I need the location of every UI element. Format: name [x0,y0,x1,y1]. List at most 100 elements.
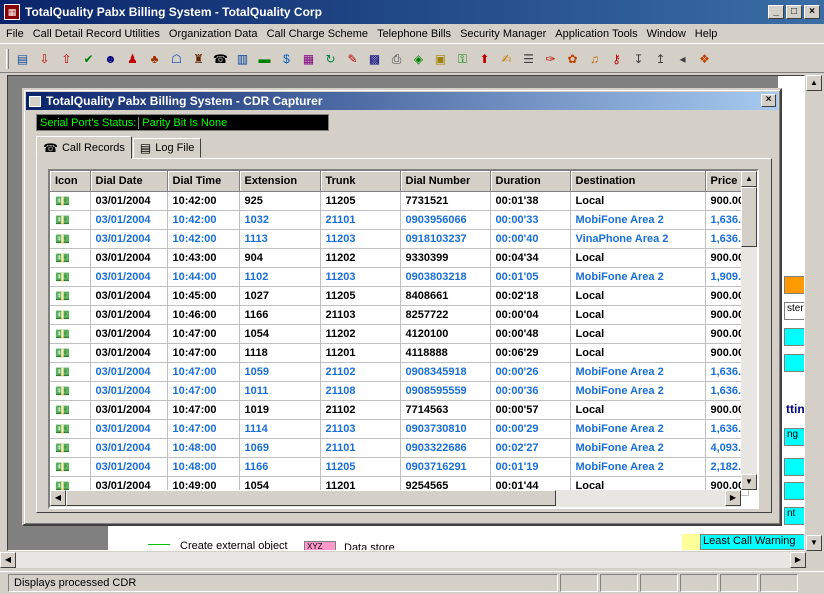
document-icon[interactable]: ▥ [234,50,251,68]
sort-az-icon[interactable]: ↧ [630,50,647,68]
printer-icon[interactable]: ⎙ [388,50,405,68]
col-header-dial-time[interactable]: Dial Time [167,171,240,192]
menu-security-manager[interactable]: Security Manager [460,28,546,40]
download-icon[interactable]: ⇩ [36,50,53,68]
cell-destination: Local [570,343,706,363]
money-icon[interactable]: $ [278,50,295,68]
menu-application-tools[interactable]: Application Tools [555,28,637,40]
cell-dial-number: 0903322686 [400,438,491,458]
refresh-icon[interactable]: ↻ [322,50,339,68]
grid-vertical-scrollbar[interactable]: ▲ ▼ [741,171,757,490]
dialog-close-button[interactable]: × [761,94,776,107]
toolbar-grip[interactable] [6,48,9,69]
table-row[interactable]: 💵 03/01/2004 10:45:00 1027 11205 8408661 00:02… [50,286,750,306]
col-header-duration[interactable]: Duration [490,171,571,192]
col-header-extension[interactable]: Extension [239,171,321,192]
cell-dial-number: 7714563 [400,400,491,420]
cell-dial-time: 10:47:00 [167,343,240,363]
call-records-body: 💵 03/01/2004 10:42:00 925 11205 7731521 00:01'… [50,191,750,496]
phone-icon[interactable]: ☎ [212,50,229,68]
grid-scroll-left-button[interactable]: ◀ [50,490,66,506]
grid-horizontal-thumb[interactable] [66,490,556,506]
person-icon[interactable]: ♟ [124,50,141,68]
menu-file[interactable]: File [6,28,24,40]
table-row[interactable]: 💵 03/01/2004 10:46:00 1166 21103 8257722 00:00… [50,305,750,325]
tab-call-records[interactable]: ☎ Call Records [36,136,132,159]
mdi-scroll-left-button[interactable]: ◀ [0,552,16,568]
menu-organization-data[interactable]: Organization Data [169,28,258,40]
table-row[interactable]: 💵 03/01/2004 10:47:00 1019 21102 7714563 00:00… [50,400,750,420]
network-icon[interactable]: ☖ [168,50,185,68]
grid-vertical-thumb[interactable] [741,187,757,247]
menu-cdr-utilities[interactable]: Call Detail Record Utilities [33,28,160,40]
table-row[interactable]: 💵 03/01/2004 10:48:00 1069 21101 0903322686 00… [50,438,750,458]
arrow-left-icon[interactable]: ◂ [674,50,691,68]
grid-scroll-down-button[interactable]: ▼ [741,474,757,490]
serial-port-value: Parity Bit Is None [142,116,228,129]
grid-icon[interactable]: ▦ [300,50,317,68]
col-header-dial-number[interactable]: Dial Number [400,171,491,192]
table-row[interactable]: 💵 03/01/2004 10:44:00 1102 11203 0903803218 00… [50,267,750,287]
maximize-button[interactable]: □ [786,5,802,19]
chart-icon[interactable]: ◈ [410,50,427,68]
cell-dial-time: 10:45:00 [167,286,240,306]
cell-trunk: 21108 [320,381,401,401]
cell-destination: MobiFone Area 2 [570,457,706,477]
users-icon[interactable]: ☰ [520,50,537,68]
table-row[interactable]: 💵 03/01/2004 10:48:00 1166 11205 0903716291 00… [50,457,750,477]
mdi-scroll-down-button[interactable]: ▼ [806,535,822,551]
menu-call-charge-scheme[interactable]: Call Charge Scheme [267,28,369,40]
col-header-destination[interactable]: Destination [570,171,706,192]
table-row[interactable]: 💵 03/01/2004 10:47:00 1011 21108 0908595559 00… [50,381,750,401]
menu-telephone-bills[interactable]: Telephone Bills [377,28,451,40]
bell-icon[interactable]: ♫ [586,50,603,68]
menu-help[interactable]: Help [695,28,718,40]
table-row[interactable]: 💵 03/01/2004 10:43:00 904 11202 9330399 00:04'… [50,248,750,268]
cell-extension: 1032 [239,210,321,230]
close-button[interactable]: × [804,5,820,19]
mdi-horizontal-scrollbar[interactable]: ◀ ▶ [0,551,806,568]
edit-icon[interactable]: ✍ [498,50,515,68]
table-row[interactable]: 💵 03/01/2004 10:42:00 1113 11203 0918103237 00… [50,229,750,249]
table-row[interactable]: 💵 03/01/2004 10:42:00 925 11205 7731521 00:01'… [50,191,750,211]
call-records-grid[interactable]: Icon Dial Date Dial Time Extension Trunk… [48,169,759,509]
people-icon[interactable]: ☻ [102,50,119,68]
sort-za-icon[interactable]: ↥ [652,50,669,68]
check-icon[interactable]: ✔ [80,50,97,68]
building-icon[interactable]: ♜ [190,50,207,68]
table-icon[interactable]: ▤ [14,50,31,68]
grid-scroll-right-button[interactable]: ▶ [725,490,741,506]
upload-box-icon[interactable]: ⬆ [476,50,493,68]
key-icon[interactable]: ⚿ [454,50,471,68]
table-row[interactable]: 💵 03/01/2004 10:47:00 1118 11201 4118888 00:06… [50,343,750,363]
box-icon[interactable]: ▣ [432,50,449,68]
palette-icon[interactable]: ✿ [564,50,581,68]
mdi-scroll-right-button[interactable]: ▶ [790,552,806,568]
col-header-icon[interactable]: Icon [50,171,91,192]
col-header-dial-date[interactable]: Dial Date [90,171,168,192]
mdi-scroll-up-button[interactable]: ▲ [806,75,822,91]
table-row[interactable]: 💵 03/01/2004 10:47:00 1114 21103 0903730810 00… [50,419,750,439]
calendar-icon[interactable]: ▩ [366,50,383,68]
grid-scroll-up-button[interactable]: ▲ [741,171,757,187]
col-header-trunk[interactable]: Trunk [320,171,401,192]
org-chart-icon[interactable]: ♣ [146,50,163,68]
report-icon[interactable]: ✎ [344,50,361,68]
menu-window[interactable]: Window [647,28,686,40]
table-row[interactable]: 💵 03/01/2004 10:47:00 1059 21102 0908345918 00… [50,362,750,382]
dialog-title-bar[interactable]: TotalQuality Pabx Billing System - CDR C… [26,92,778,110]
status-bar: Displays processed CDR [0,571,824,594]
cell-duration: 00:04'34 [490,248,571,268]
bg-cell-ttin: ttin [786,402,805,416]
tab-log-file[interactable]: ▤ Log File [132,138,202,158]
grid-horizontal-scrollbar[interactable]: ◀ ▶ [50,490,741,507]
card-icon[interactable]: ▬ [256,50,273,68]
app-title-bar[interactable]: ▦ TotalQuality Pabx Billing System - Tot… [0,0,824,24]
table-row[interactable]: 💵 03/01/2004 10:42:00 1032 21101 0903956066 00… [50,210,750,230]
footprint-icon[interactable]: ❖ [696,50,713,68]
upload-icon[interactable]: ⇧ [58,50,75,68]
table-row[interactable]: 💵 03/01/2004 10:47:00 1054 11202 4120100 00:00… [50,324,750,344]
lock-key-icon[interactable]: ⚷ [608,50,625,68]
pen-icon[interactable]: ✑ [542,50,559,68]
minimize-button[interactable]: _ [768,5,784,19]
